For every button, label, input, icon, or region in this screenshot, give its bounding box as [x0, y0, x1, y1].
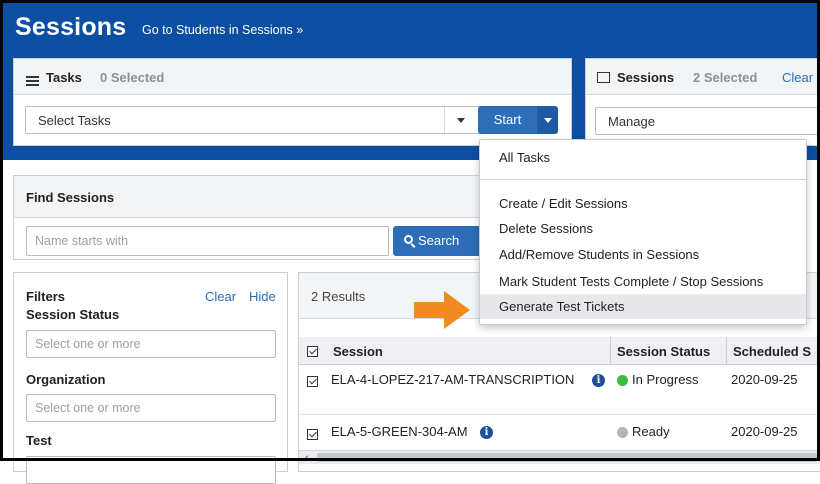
row-checkbox[interactable] — [307, 375, 318, 390]
find-sessions-title: Find Sessions — [26, 190, 115, 205]
tasks-selected-count: 0 Selected — [100, 70, 165, 85]
organization-label: Organization — [26, 372, 106, 387]
info-icon[interactable]: i — [480, 426, 493, 439]
start-options-button[interactable] — [537, 106, 558, 134]
search-label: Search — [418, 233, 460, 248]
sessions-title: Sessions — [617, 70, 675, 85]
status-dot-icon — [617, 375, 628, 387]
menu-item-generate-test-tickets[interactable]: Generate Test Tickets — [480, 294, 806, 319]
results-count: 2 Results — [311, 289, 366, 304]
filters-panel: Filters Clear Hide Session Status Select… — [13, 272, 288, 484]
column-divider — [610, 337, 611, 365]
tasks-dropdown-menu: All Tasks Create / Edit Sessions Delete … — [479, 139, 807, 325]
menu-item-add-remove-students[interactable]: Add/Remove Students in Sessions — [480, 242, 806, 267]
tasks-title: Tasks — [46, 70, 82, 85]
column-divider — [726, 337, 727, 365]
list-alt-icon — [597, 72, 610, 83]
column-header-session-status[interactable]: Session Status — [617, 344, 710, 359]
table-header-row: Session Session Status Scheduled S — [299, 337, 820, 365]
session-status-placeholder: Select one or more — [35, 337, 141, 351]
tasks-panel-header: Tasks 0 Selected — [14, 59, 571, 95]
select-tasks-dropdown[interactable]: Select Tasks — [25, 106, 485, 134]
menu-item-all-tasks[interactable]: All Tasks — [480, 145, 806, 170]
session-name[interactable]: ELA-4-LOPEZ-217-AM-TRANSCRIPTION — [331, 372, 574, 387]
scroll-left-icon[interactable]: ‹ — [305, 452, 309, 464]
scheduled-date: 2020-09-25 — [731, 424, 798, 439]
session-name[interactable]: ELA-5-GREEN-304-AM — [331, 424, 468, 439]
go-to-students-link[interactable]: Go to Students in Sessions » — [142, 23, 303, 37]
scheduled-date: 2020-09-25 — [731, 372, 798, 387]
column-header-session[interactable]: Session — [333, 344, 383, 359]
search-button[interactable]: Search — [393, 226, 493, 256]
sessions-panel: Sessions 2 Selected Clear Manage — [585, 58, 820, 146]
sessions-clear-link[interactable]: Clear — [782, 70, 813, 85]
manage-value: Manage — [608, 114, 655, 129]
organization-placeholder: Select one or more — [35, 401, 141, 415]
find-sessions-panel: Find Sessions Name starts with Search — [13, 175, 513, 260]
start-button[interactable]: Start — [478, 106, 537, 134]
menu-divider — [480, 179, 806, 180]
chevron-down-icon — [544, 118, 552, 123]
session-status-text: In Progress — [632, 372, 699, 387]
search-icon-handle — [410, 243, 416, 248]
table-row[interactable]: ELA-5-GREEN-304-AM i Ready 2020-09-25 — [299, 418, 820, 448]
name-search-input[interactable]: Name starts with — [26, 226, 389, 256]
test-select[interactable] — [26, 456, 276, 484]
menu-item-delete-sessions[interactable]: Delete Sessions — [480, 216, 806, 241]
menu-item-create-edit-sessions[interactable]: Create / Edit Sessions — [480, 191, 806, 216]
menu-item-mark-tests-complete[interactable]: Mark Student Tests Complete / Stop Sessi… — [480, 269, 806, 294]
name-search-placeholder: Name starts with — [35, 234, 129, 248]
select-all-checkbox[interactable] — [307, 345, 318, 360]
filters-hide-link[interactable]: Hide — [249, 289, 276, 304]
select-divider — [444, 107, 445, 133]
find-sessions-header: Find Sessions — [14, 176, 512, 218]
sessions-panel-header: Sessions 2 Selected Clear — [586, 59, 820, 95]
session-status: Ready — [617, 424, 670, 439]
pointer-arrow-icon — [414, 291, 470, 329]
session-status: In Progress — [617, 372, 698, 387]
list-icon — [26, 72, 39, 87]
sessions-selected-count: 2 Selected — [693, 70, 758, 85]
horizontal-scrollbar[interactable]: ‹ — [299, 450, 820, 464]
filters-title: Filters — [26, 289, 66, 304]
manage-sessions-dropdown[interactable]: Manage — [595, 107, 820, 135]
session-status-select[interactable]: Select one or more — [26, 330, 276, 358]
status-dot-icon — [617, 427, 628, 439]
info-icon[interactable]: i — [592, 374, 605, 387]
session-status-text: Ready — [632, 424, 670, 439]
row-checkbox[interactable] — [307, 428, 318, 443]
select-tasks-value: Select Tasks — [38, 113, 111, 128]
table-row[interactable]: ELA-4-LOPEZ-217-AM-TRANSCRIPTION i In Pr… — [299, 365, 820, 415]
organization-select[interactable]: Select one or more — [26, 394, 276, 422]
filters-clear-link[interactable]: Clear — [205, 289, 236, 304]
column-header-scheduled[interactable]: Scheduled S — [733, 344, 811, 359]
test-label: Test — [26, 433, 52, 448]
page-title: Sessions — [15, 13, 127, 41]
chevron-down-icon — [457, 118, 465, 123]
session-status-label: Session Status — [26, 307, 120, 322]
